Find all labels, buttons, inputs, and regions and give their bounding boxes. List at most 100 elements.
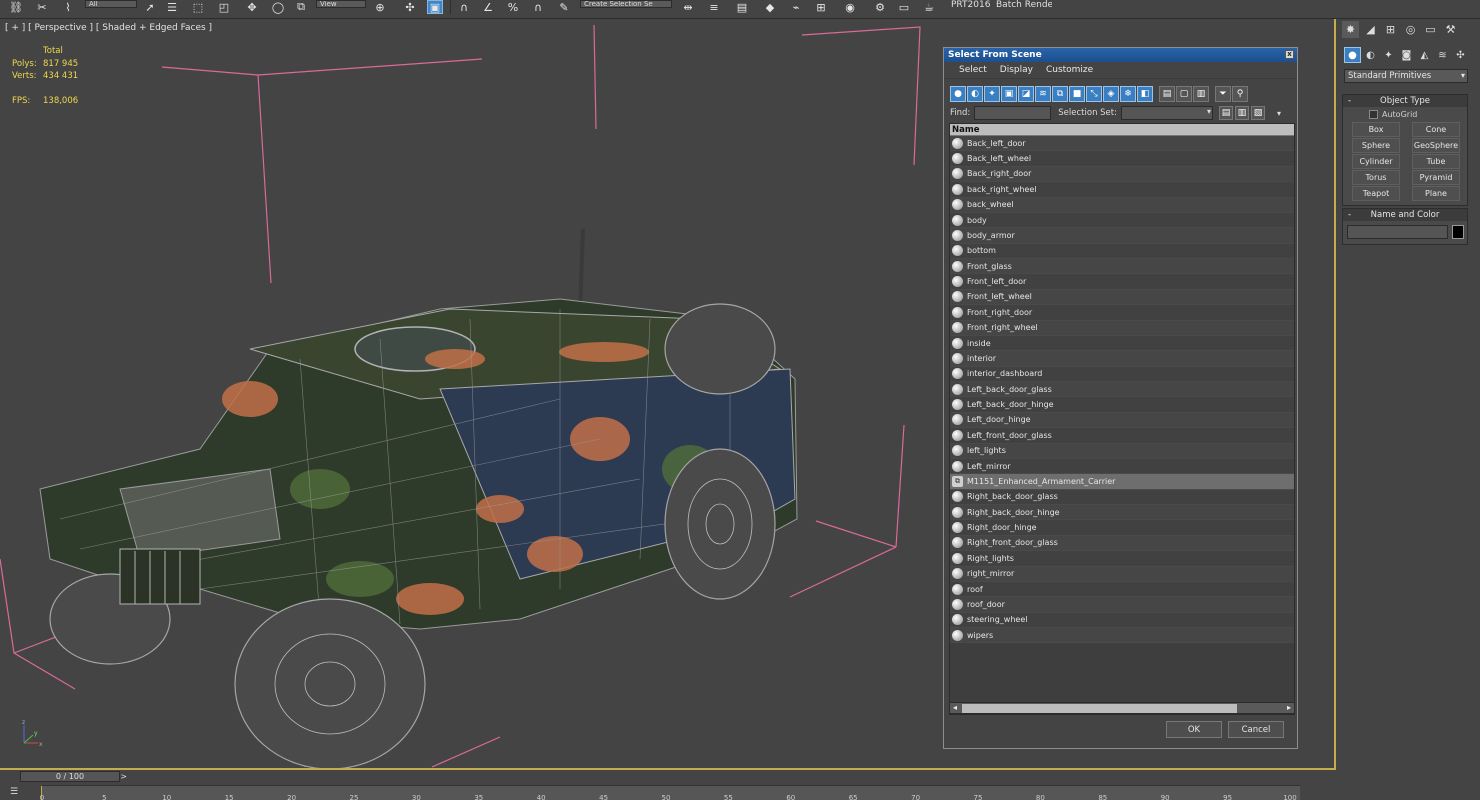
list-item[interactable]: Front_left_door [950, 274, 1294, 290]
display-helpers-icon[interactable]: ◪ [1018, 86, 1034, 102]
selection-set-add-icon[interactable]: ▥ [1234, 106, 1249, 120]
select-by-name-icon[interactable]: ☰ [164, 0, 180, 14]
horizontal-scrollbar[interactable]: ◂ ▸ [949, 702, 1295, 714]
systems-icon[interactable]: ✣ [1452, 47, 1469, 63]
list-item[interactable]: roof_door [950, 597, 1294, 613]
keyboard-shortcut-override-icon[interactable]: ▣ [427, 0, 443, 14]
bind-space-warp-icon[interactable]: ⌇ [60, 0, 76, 14]
teapot-button[interactable]: Teapot [1352, 186, 1400, 201]
list-item[interactable]: body_armor [950, 228, 1294, 244]
cancel-button[interactable]: Cancel [1228, 721, 1284, 738]
select-invert-icon[interactable]: ▥ [1193, 86, 1209, 102]
list-item[interactable]: right_mirror [950, 566, 1294, 582]
cameras-icon[interactable]: ◙ [1398, 47, 1415, 63]
list-item[interactable]: Right_back_door_hinge [950, 505, 1294, 521]
select-object-icon[interactable]: ➚ [142, 0, 158, 14]
display-frozen-icon[interactable]: ❄ [1120, 86, 1136, 102]
menu-display[interactable]: Display [1000, 65, 1033, 75]
select-manipulate-icon[interactable]: ✣ [402, 0, 418, 14]
lights-icon[interactable]: ✦ [1380, 47, 1397, 63]
spinner-snap-icon[interactable]: ∩ [530, 0, 546, 14]
list-item[interactable]: Left_back_door_glass [950, 382, 1294, 398]
edit-named-selection-icon[interactable]: ✎ [556, 0, 572, 14]
display-tab-icon[interactable]: ▭ [1422, 21, 1439, 38]
geosphere-button[interactable]: GeoSphere [1412, 138, 1460, 153]
list-item[interactable]: Left_mirror [950, 458, 1294, 475]
list-item[interactable]: Right_front_door_glass [950, 535, 1294, 552]
list-item[interactable]: body [950, 212, 1294, 229]
space-warps-icon[interactable]: ≋ [1434, 47, 1451, 63]
list-item[interactable]: back_right_wheel [950, 182, 1294, 198]
utilities-tab-icon[interactable]: ⚒ [1442, 21, 1459, 38]
ok-button[interactable]: OK [1166, 721, 1222, 738]
list-item[interactable]: Front_right_door [950, 305, 1294, 321]
filter-options-icon[interactable]: ⚲ [1232, 86, 1248, 102]
list-item[interactable]: Front_glass [950, 259, 1294, 275]
geometry-icon[interactable]: ● [1344, 47, 1361, 63]
object-type-header[interactable]: - Object Type [1343, 95, 1467, 107]
list-item[interactable]: Right_lights [950, 551, 1294, 567]
selection-set-edit-icon[interactable]: ▤ [1218, 106, 1233, 120]
rotate-icon[interactable]: ◯ [270, 0, 286, 14]
dialog-title-bar[interactable]: Select From Scene x [944, 48, 1297, 62]
column-header-name[interactable]: Name [950, 124, 1294, 136]
autogrid-checkbox[interactable] [1369, 109, 1378, 119]
selection-filter-dropdown[interactable]: All [85, 0, 137, 8]
create-tab-icon[interactable]: ✸ [1342, 20, 1359, 38]
selection-set-remove-icon[interactable]: ▧ [1250, 106, 1265, 120]
list-item[interactable]: Left_back_door_hinge [950, 397, 1294, 413]
mirror-icon[interactable]: ⇹ [680, 0, 696, 14]
select-none-icon[interactable]: ▢ [1176, 86, 1192, 102]
snaps-toggle-icon[interactable]: ∩ [456, 0, 472, 14]
move-icon[interactable]: ✥ [244, 0, 260, 14]
list-item[interactable]: wipers [950, 628, 1294, 644]
prt-label[interactable]: PRT2016 [951, 0, 990, 10]
mini-curve-editor-icon[interactable]: ☰ [6, 786, 22, 799]
scrollbar-thumb[interactable] [962, 704, 1237, 713]
display-groups-icon[interactable]: ⧉ [1052, 86, 1068, 102]
scene-object-list[interactable]: Name Back_left_door Back_left_wheel Back_r… [949, 123, 1295, 715]
list-item[interactable]: interior_dashboard [950, 366, 1294, 382]
list-item[interactable]: roof [950, 581, 1294, 598]
list-item[interactable]: inside [950, 335, 1294, 352]
close-icon[interactable]: x [1285, 50, 1294, 59]
hierarchy-tab-icon[interactable]: ⊞ [1382, 21, 1399, 38]
list-item[interactable]: Back_left_wheel [950, 151, 1294, 167]
motion-tab-icon[interactable]: ◎ [1402, 21, 1419, 38]
material-editor-icon[interactable]: ◉ [842, 0, 858, 14]
time-slider[interactable]: 0 / 100 > [20, 771, 127, 782]
next-frame-icon[interactable]: > [120, 772, 127, 781]
viewport-label[interactable]: [ + ] [ Perspective ] [ Shaded + Edged F… [5, 23, 212, 33]
list-item[interactable]: Front_left_wheel [950, 289, 1294, 306]
render-production-icon[interactable]: ☕ [921, 0, 937, 14]
display-geometry-icon[interactable]: ● [950, 86, 966, 102]
list-item[interactable]: steering_wheel [950, 612, 1294, 628]
select-all-icon[interactable]: ▤ [1159, 86, 1175, 102]
shapes-icon[interactable]: ◐ [1362, 47, 1379, 63]
tube-button[interactable]: Tube [1412, 154, 1460, 169]
named-selection-set-dropdown[interactable]: Create Selection Se [580, 0, 672, 8]
display-cameras-icon[interactable]: ▣ [1001, 86, 1017, 102]
display-containers-icon[interactable]: ◈ [1103, 86, 1119, 102]
graphite-tools-icon[interactable]: ◆ [762, 0, 778, 14]
list-item[interactable]: Left_front_door_glass [950, 428, 1294, 444]
cylinder-button[interactable]: Cylinder [1352, 154, 1400, 169]
curve-editor-icon[interactable]: ⌁ [788, 0, 804, 14]
link-icon[interactable]: ⛓ [8, 0, 24, 14]
torus-button[interactable]: Torus [1352, 170, 1400, 185]
list-item[interactable]: bottom [950, 243, 1294, 259]
find-input[interactable] [974, 106, 1052, 120]
expand-options-icon[interactable]: ▾ [1277, 109, 1281, 118]
percent-snap-icon[interactable]: % [505, 0, 521, 14]
display-bones-icon[interactable]: ⤡ [1086, 86, 1102, 102]
cone-button[interactable]: Cone [1412, 122, 1460, 137]
display-space-warps-icon[interactable]: ≋ [1035, 86, 1051, 102]
display-xrefs-icon[interactable]: ■ [1069, 86, 1085, 102]
list-item[interactable]: Back_right_door [950, 166, 1294, 183]
window-crossing-icon[interactable]: ◰ [216, 0, 232, 14]
scroll-left-icon[interactable]: ◂ [950, 703, 960, 713]
layer-manager-icon[interactable]: ▤ [734, 0, 750, 14]
schematic-view-icon[interactable]: ⊞ [813, 0, 829, 14]
reference-coordinate-dropdown[interactable]: View [316, 0, 366, 8]
list-item[interactable]: Back_left_door [950, 136, 1294, 152]
